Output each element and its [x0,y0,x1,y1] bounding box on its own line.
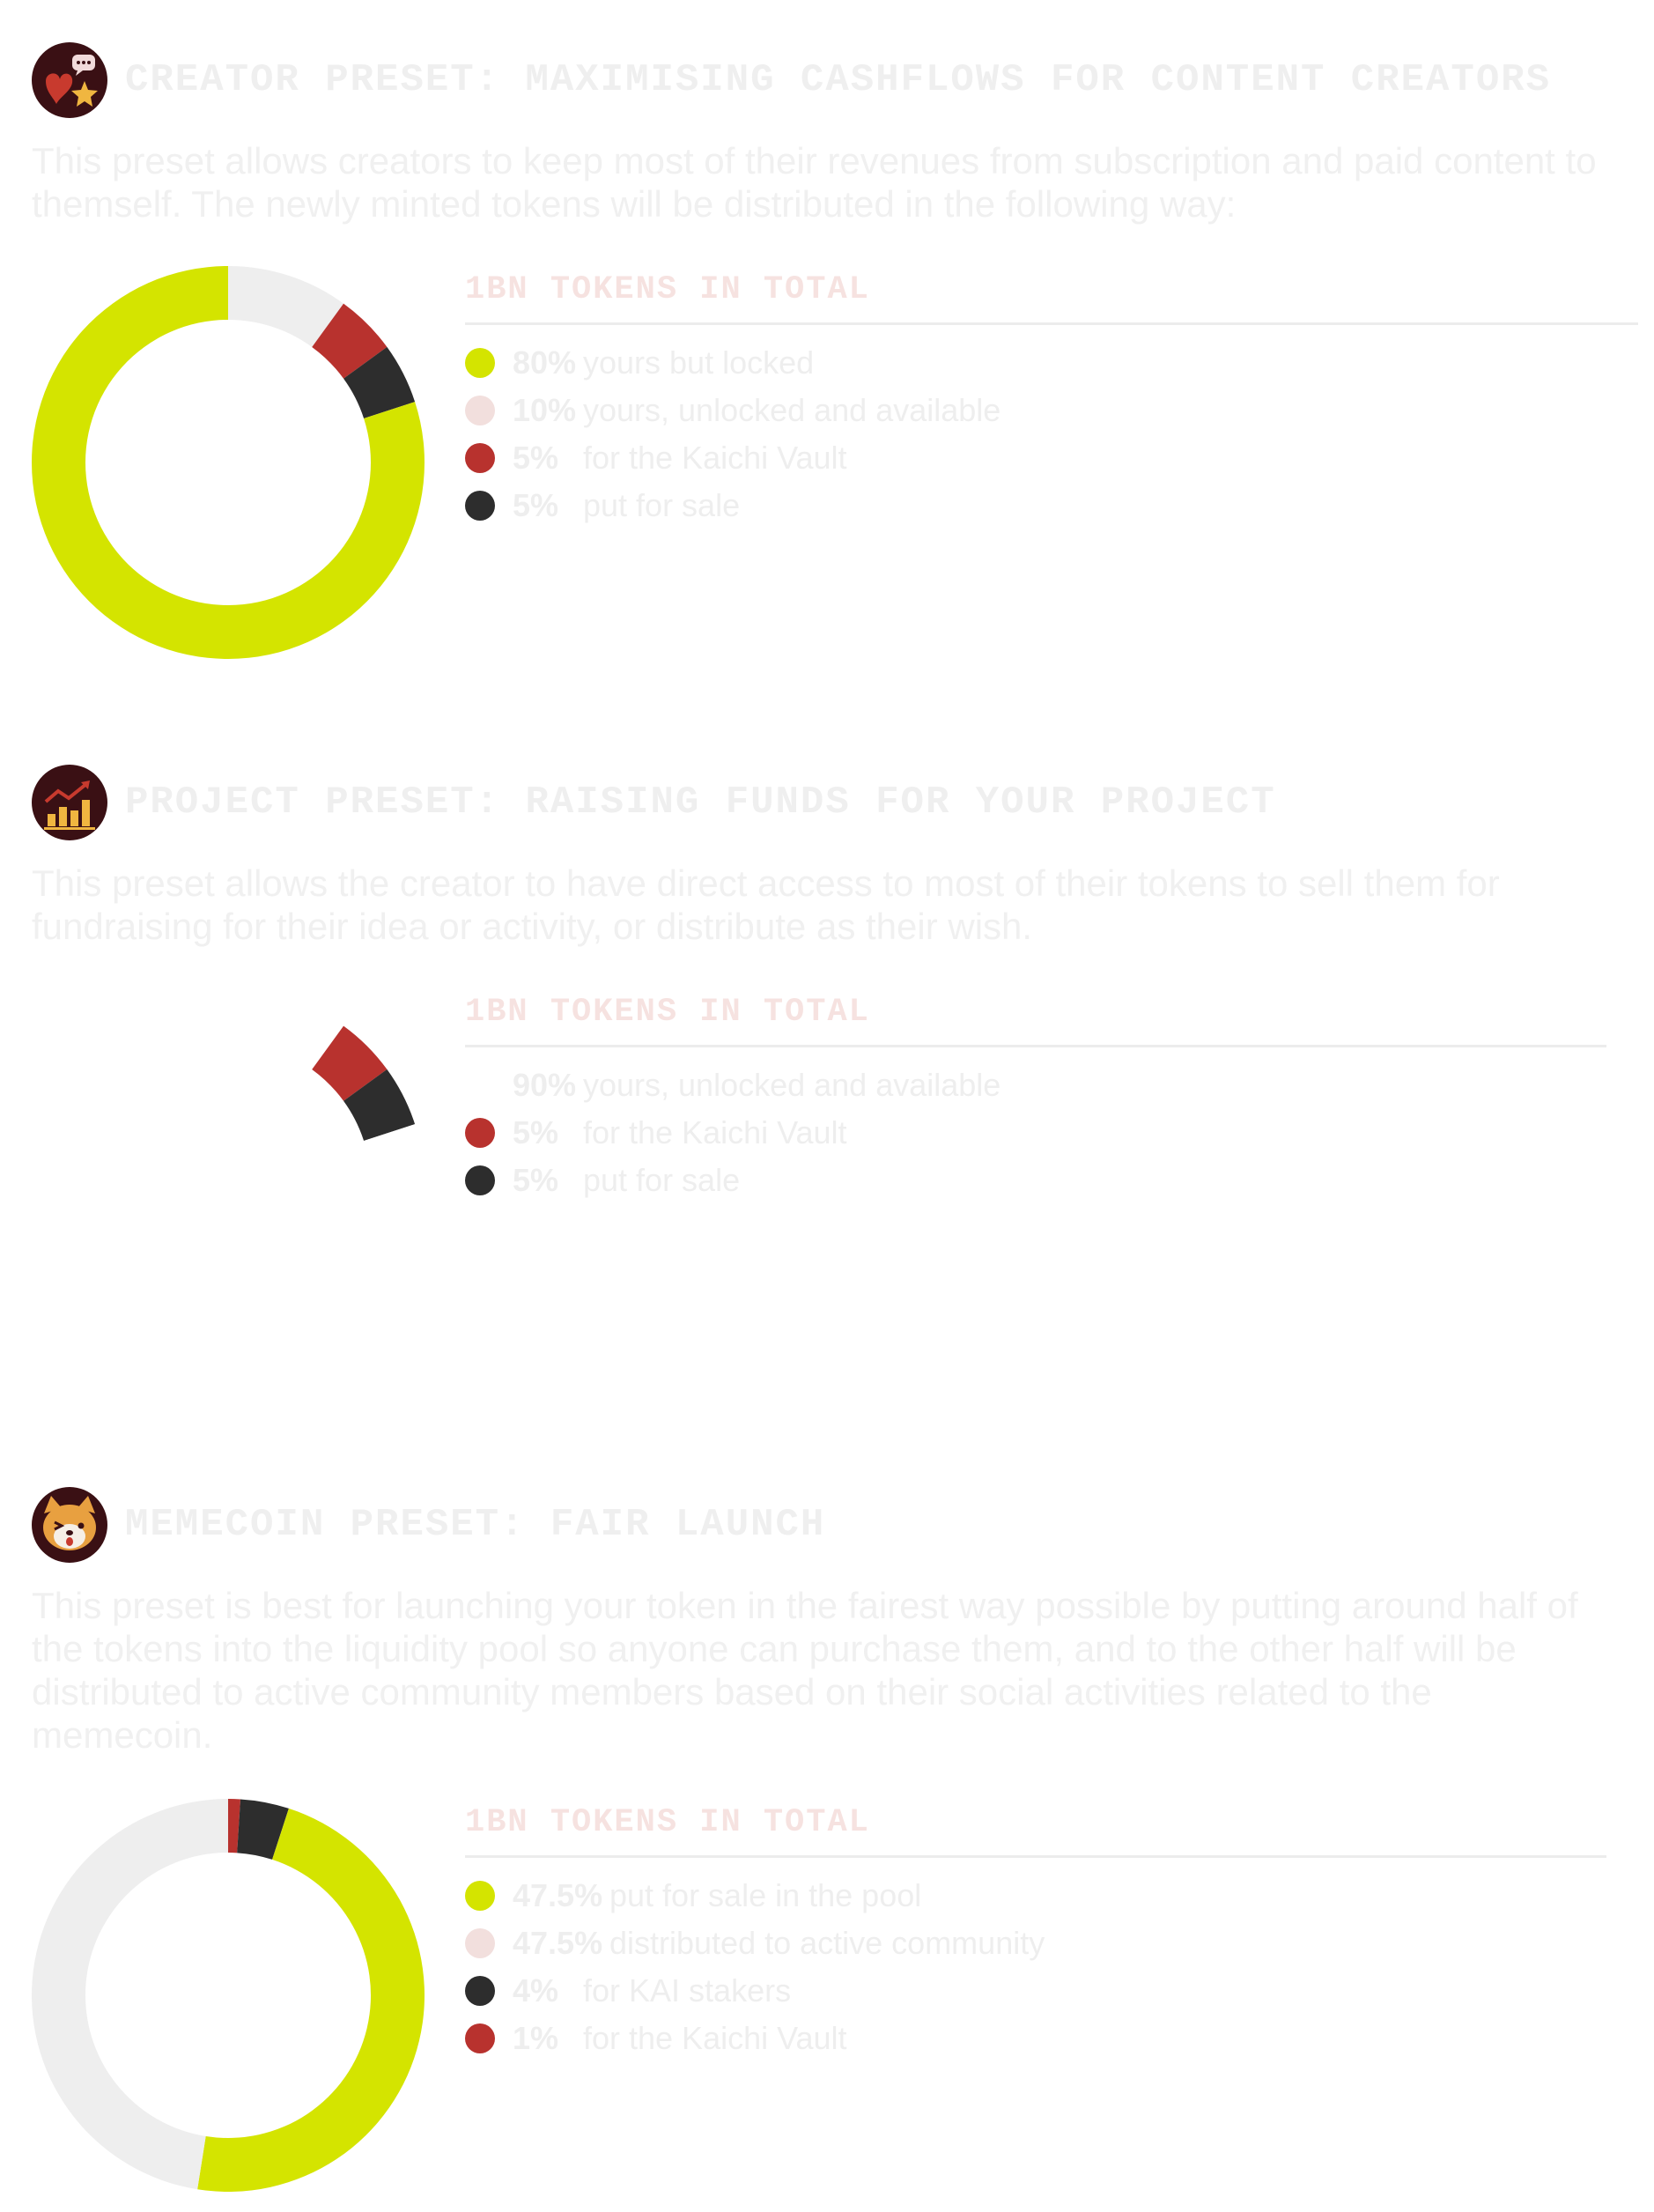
legend-item: 47.5% put for sale in the pool [465,1872,1606,1920]
donut-slice-3 [32,1799,228,2190]
shiba-dog-face-icon [32,1487,107,1563]
legend-item: 90% yours, unlocked and available [465,1062,1606,1109]
divider [465,322,1638,325]
bar-chart-growth-icon [32,765,107,840]
legend-percent: 5% [513,1162,559,1198]
legend-dot [465,1118,495,1148]
legend-percent: 5% [513,440,559,476]
legend-item: 47.5% distributed to active community [465,1920,1606,1967]
legend-dot [465,1881,495,1911]
legend-label: for KAI stakers [583,1972,792,2009]
section-header: CREATOR PRESET: MAXIMISING CASHFLOWS FOR… [32,42,1551,118]
section-title: CREATOR PRESET: MAXIMISING CASHFLOWS FOR… [125,58,1552,102]
legend-label: put for sale [583,487,741,523]
legend-percent: 5% [513,487,559,523]
legend-label: put for sale in the pool [609,1877,922,1913]
legend-dot [465,1165,495,1195]
legend-dot [465,396,495,425]
section-description: This preset allows the creator to have d… [32,862,1500,947]
legend-item: 5% put for sale [465,482,1638,529]
legend-label: yours but locked [583,344,815,381]
section-description: This preset is best for launching your t… [32,1585,1578,1756]
legend-dot [465,2023,495,2053]
legend-item: 5% for the Kaichi Vault [465,434,1638,482]
legend-label: for the Kaichi Vault [583,2020,847,2056]
legend-dot [465,443,495,473]
legend-dot [465,491,495,521]
section-title: MEMECOIN PRESET: FAIR LAUNCH [125,1503,826,1547]
legend-item: 80% yours but locked [465,339,1638,387]
donut-slice-2 [197,1808,425,2192]
section-description: This preset allows creators to keep most… [32,140,1597,225]
legend-item: 1% for the Kaichi Vault [465,2015,1606,2062]
creator-hearts-star-icon [32,42,107,118]
legend-percent: 47.5% [513,1877,603,1913]
legend-item: 4% for KAI stakers [465,1967,1606,2015]
legend-label: yours, unlocked and available [583,392,1001,428]
legend-dot [465,1976,495,2006]
total-label: 1BN TOKENS IN TOTAL [465,271,870,308]
divider [465,1045,1606,1047]
legend-label: distributed to active community [609,1925,1045,1961]
legend-label: for the Kaichi Vault [583,1114,847,1150]
section-header: MEMECOIN PRESET: FAIR LAUNCH [32,1487,825,1563]
legend: 1BN TOKENS IN TOTAL 47.5% put for sale i… [465,1804,1606,2062]
legend-percent: 1% [513,2020,559,2056]
donut-chart [32,1799,425,2192]
donut-chart [32,988,425,1381]
legend-percent: 90% [513,1067,577,1103]
donut-chart [32,266,425,659]
legend: 1BN TOKENS IN TOTAL 80% yours but locked… [465,271,1638,529]
legend-percent: 4% [513,1972,559,2009]
section-header: PROJECT PRESET: RAISING FUNDS FOR YOUR P… [32,765,1276,840]
legend-label: for the Kaichi Vault [583,440,847,476]
legend-item: 5% put for sale [465,1157,1606,1204]
legend-percent: 47.5% [513,1925,603,1961]
legend-dot [465,348,495,378]
legend-dot [465,1928,495,1958]
legend-label: put for sale [583,1162,741,1198]
legend-dot [465,1070,495,1100]
total-label: 1BN TOKENS IN TOTAL [465,994,870,1031]
legend: 1BN TOKENS IN TOTAL 90% yours, unlocked … [465,994,1606,1204]
divider [465,1855,1606,1858]
legend-item: 5% for the Kaichi Vault [465,1109,1606,1157]
legend-label: yours, unlocked and available [583,1067,1001,1103]
legend-percent: 10% [513,392,577,428]
legend-percent: 5% [513,1114,559,1150]
legend-item: 10% yours, unlocked and available [465,387,1638,434]
section-title: PROJECT PRESET: RAISING FUNDS FOR YOUR P… [125,780,1276,825]
legend-percent: 80% [513,344,577,381]
total-label: 1BN TOKENS IN TOTAL [465,1804,870,1841]
